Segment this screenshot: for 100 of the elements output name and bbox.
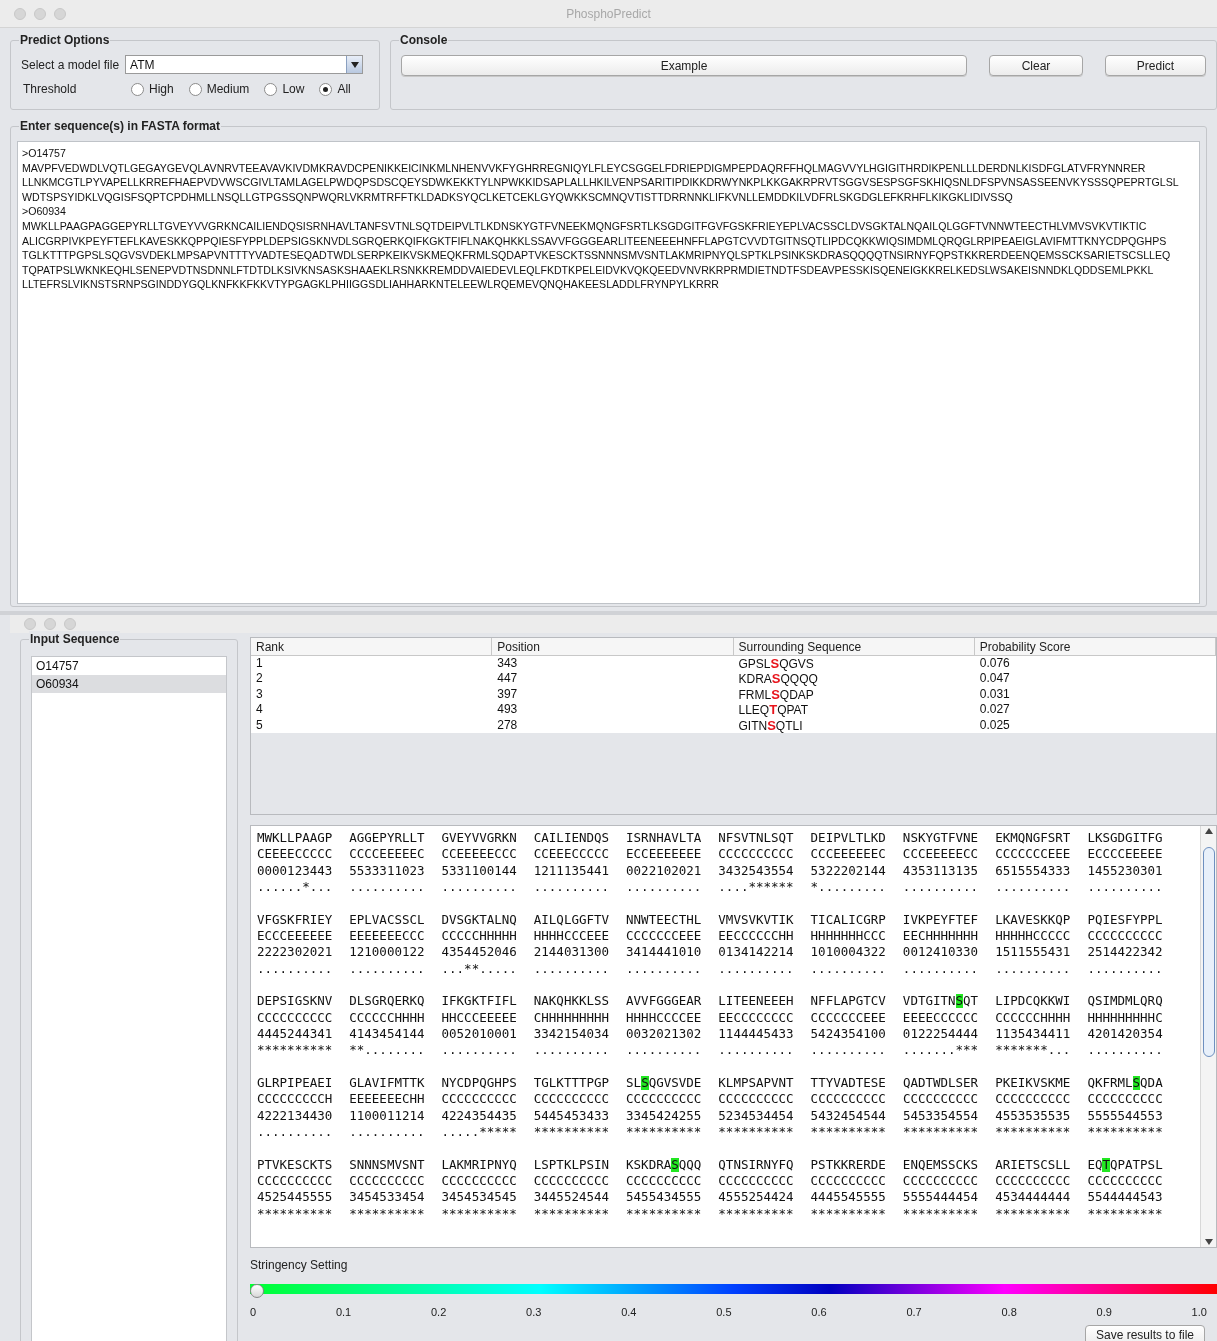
radio-button[interactable] — [264, 82, 278, 96]
tick-label: 0.9 — [1096, 1305, 1112, 1320]
score-text: 0134142214 — [718, 944, 794, 961]
radio-button[interactable] — [319, 82, 333, 96]
mask-text: ********** — [626, 1205, 702, 1223]
tick-label: 0.1 — [335, 1305, 352, 1320]
mask-text: .......... — [718, 1042, 794, 1059]
sequence-text: NFSVTNLSQT — [718, 830, 794, 847]
fasta-input[interactable]: >O14757 MAVPFVEDWDLVQTLGEGAYGEVQLAVNRVTEEAVAVKIVDMKRAVDCPENIKKEICINKMLNHENVVKFYGHRREGNIQYLFLEYCSGGELFDRIEPDIGMPEPDAQRFFHQLMAGVVYLHGIGITHRDIKPENLLLDERDNLKISDFGLATVFRYNNRER LLNKMCGTLPYVAPELLKRREFHAEPVDVWSCGIVLTAMLAGELPWDQPSDSCQEYSDWKEKKTYLNPWKKIDSAPLALLHKILVENPSARITIPDIKKDRWYNKPLKKGAKRPRVTSGGVSESPSGFSKHIQSNLDFSPVNSASSEENVKYSSSQPEPRTGLSL WDTSPSYIDKLVQGISFSQPTCPDHMLLNSQLLGTPGSSQNPWQRLVKRMTRFFTKLDADKSYQCLKETCEKLGYQWKKSCMNQVTISTTDRRNNKLIFKVNLLEMDDKILVDFRLSKGDGLEFKRHFLKIKGKLIDIVSSQ >O60934 MWKLLPAAGPAGGEPYRLLTGVEYVVGRKNCAILIENDQSISRNHAVLTANFSVTNLSQTDEIPVLTLKDNSKYGTFVNEEKMQNGFSRTLKSGDGITFGVFGSKFRIEYEPLVACSSCLDVSGKTALNQAILQLGGFTVNNWTEECTHLVMVSVKVTIKTIC ALICGRPIVKPEYFTEFLKAVESKKQPPQIESFYPPLDEPSIGSKNVDLSGRQERKQIFKGKTFIFLNAKQHKKLSSAVVFGGGEARLITEENEEEHNFFLAPGTCVVDTGITNSQTLIPDCQKKWIQSIMDMLQRQGLRPIPEAEIGLAVIFMTTKNYCDPQGHPS TGLKTTTPGPSLSQGVSVDEKLMPSAPVNTTTYVADTESEQADTWDLSERPKEIKVSKMEQKFRMLSQDAPTVKESCKTSSNNNSMVSNTLAKMRIPNYQLSPTKLPSINKSKDRASQQQQTNSIRNYFQPSTKKRERDEENQEMSSCKSARIETSCSLLEQ TQPATPSLWKNKEQHLSENEPVDTNSDNNLFTDTDLKSIVKNSASKSHAAEKLRSNKKREMDDVAIEDEVLEQLFKDTKPELEIDVKVQKQEEDVNVRKRPRMDIETNDTFSDEAVPESSKISQENEIGKKRELKEDSLWSAKEISNNDKLQDDSEMLPKKL LLTEFRSLVIKNSTSRNPSGINDDYGQLKNFKKFKKVTYPGAGKLPHIIGGSDLIAHHARKNTELEEWLRQEMEVQNQHAKEESLADDLFRYNPYLKRRR — [17, 141, 1200, 604]
score-text: 5544444543 — [1087, 1189, 1163, 1206]
sequence-text: PTVKESCKTS — [257, 1156, 333, 1173]
slider-thumb[interactable] — [250, 1284, 264, 1298]
sequence-text: LIPDCQKKWI — [995, 993, 1071, 1010]
structure-text: HHHHCCCEEE — [533, 928, 610, 945]
sequence-text: EKMQNGFSRT — [995, 830, 1071, 847]
sequence-text: MWKLLPAAGP — [257, 830, 333, 847]
score-text: 1210000122 — [349, 944, 425, 961]
scrollbar[interactable] — [1200, 826, 1216, 1247]
mask-text: .......... — [810, 960, 886, 978]
sequence-text: LKSGDGITFG — [1087, 830, 1163, 847]
score-text: 4445244341 — [257, 1026, 333, 1043]
sequence-text: NNWTEECTHL — [626, 911, 702, 929]
structure-text: CCCCCCCCCC — [441, 1172, 517, 1190]
mask-text: .......... — [718, 960, 794, 978]
push-button[interactable]: Save results to file — [1085, 1324, 1205, 1341]
sequence-text: AILQLGGFTV — [533, 911, 610, 929]
structure-text: CCCCCCCCCC — [718, 1091, 794, 1108]
score-text: 5453354554 — [902, 1107, 979, 1125]
structure-text: CCCCEEEEEC — [349, 846, 425, 863]
sequence-text: KLMPSAPVNT — [718, 1074, 794, 1092]
structure-text: ECCEEEEEEE — [626, 846, 702, 863]
score-text: 1211135441 — [533, 862, 610, 880]
mask-text: .......... — [533, 879, 610, 896]
score-text: 4222134430 — [257, 1107, 333, 1125]
tick-label: 0.2 — [431, 1305, 447, 1320]
tick-label: 0.4 — [621, 1305, 637, 1320]
sequence-text: NSKYGTFVNE — [902, 830, 979, 847]
structure-text: EECCCCCCHH — [718, 928, 794, 945]
mask-text: .......... — [533, 1042, 610, 1059]
sequence-text: SLSQGVSVDE — [626, 1074, 702, 1092]
sequence-text: NYCDPQGHPS — [441, 1074, 517, 1092]
radio-button[interactable] — [188, 82, 202, 96]
structure-text: CCEEECCCCC — [533, 846, 610, 863]
score-text: 5424354100 — [810, 1026, 886, 1043]
structure-text: CCCCCCHHHH — [349, 1009, 425, 1027]
push-button[interactable]: Clear — [989, 55, 1083, 76]
mask-text: ********** — [1087, 1124, 1163, 1141]
structure-text: CCCCCCCCCC — [1087, 1091, 1163, 1108]
mask-text: .......... — [1087, 1042, 1163, 1059]
score-text: 5455434555 — [626, 1189, 702, 1206]
scroll-down-icon[interactable] — [1204, 1239, 1213, 1245]
sequence-text: ARIETSCSLL — [995, 1156, 1071, 1173]
mask-text: .......... — [441, 879, 517, 896]
table-cell-text: 493 — [496, 702, 519, 719]
mask-text: .......... — [902, 960, 979, 978]
sequence-text: LAKMRIPNYQ — [441, 1156, 517, 1173]
sequence-text: ENQEMSSCKS — [902, 1156, 979, 1173]
mask-text: ********** — [902, 1124, 979, 1141]
sequence-list-item[interactable]: O60934 — [32, 675, 226, 693]
score-text: 3454533454 — [349, 1189, 425, 1206]
tick-label: 0.3 — [526, 1305, 542, 1320]
push-button[interactable]: Example — [401, 55, 967, 76]
tick-label: 0.6 — [811, 1305, 827, 1320]
scroll-up-icon[interactable] — [1204, 828, 1213, 834]
table-cell-text: 0.027 — [978, 702, 1011, 719]
sequence-text: LKAVESKKQP — [995, 911, 1071, 929]
table-cell-text: 3 — [255, 686, 264, 703]
mask-text: ********** — [257, 1042, 333, 1059]
score-text: 2222302021 — [257, 944, 333, 961]
score-text: 1135434411 — [995, 1026, 1071, 1043]
score-text: 0022102021 — [626, 862, 702, 880]
mask-text: *......... — [810, 879, 886, 896]
structure-text: CEEEECCCCC — [257, 846, 333, 863]
model-dropdown[interactable]: ATM — [125, 55, 364, 74]
sequence-text: IFKGKTFIFL — [441, 993, 517, 1010]
score-text: 5322202144 — [810, 862, 886, 880]
mask-text: ********** — [995, 1124, 1071, 1141]
mask-text: .......... — [810, 1042, 886, 1059]
mask-text: **........ — [349, 1042, 425, 1059]
structure-text: HHHHCCCCEE — [626, 1009, 702, 1027]
mask-text: .......... — [1087, 960, 1163, 978]
table-cell-text: 343 — [496, 656, 519, 672]
table-cell-text: 397 — [496, 686, 519, 703]
radio-label: All — [337, 81, 351, 98]
sequence-text: QSIMDMLQRQ — [1087, 993, 1163, 1010]
sequence-text: PKEIKVSKME — [995, 1074, 1071, 1092]
structure-text: CCCCCCCCCC — [626, 1091, 702, 1108]
sequence-text: SNNNSMVSNT — [349, 1156, 425, 1173]
structure-text: CCCCCCCCCC — [902, 1091, 979, 1108]
radio-button[interactable] — [131, 82, 144, 96]
structure-text: EECHHHHHHH — [902, 928, 979, 945]
table-cell-text: FRMLSQDAP — [737, 686, 815, 704]
score-text: 1010004322 — [810, 944, 886, 961]
sequence-text: NAKQHKKLSS — [533, 993, 610, 1010]
sequence-text: QADTWDLSER — [902, 1074, 979, 1092]
sequence-text: DVSGKTALNQ — [441, 911, 517, 929]
sequence-text: PQIESFYPPL — [1087, 911, 1163, 929]
structure-text: CCCCCCCEEE — [626, 928, 702, 945]
mask-text: ********** — [718, 1124, 794, 1141]
push-button[interactable]: Predict — [1105, 55, 1206, 76]
